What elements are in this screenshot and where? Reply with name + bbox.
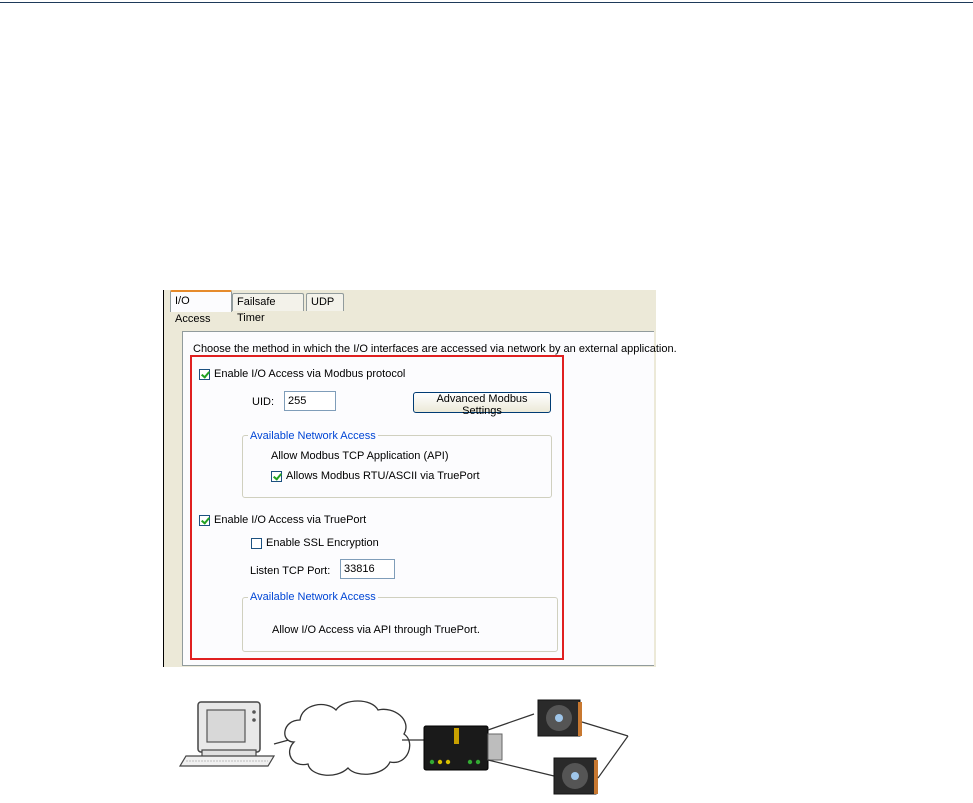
enable-trueport-checkbox[interactable]: Enable I/O Access via TruePort (199, 514, 366, 526)
fan-device-icon (537, 699, 582, 737)
cloud-icon (284, 700, 411, 776)
top-rule (0, 2, 973, 3)
tab-io-access[interactable]: I/O Access (170, 290, 232, 325)
modbus-network-access-group (242, 435, 552, 498)
network-diagram (178, 699, 629, 795)
tab-udp[interactable]: UDP (306, 293, 344, 311)
enable-modbus-checkbox[interactable]: Enable I/O Access via Modbus protocol (199, 368, 405, 380)
listen-port-input[interactable] (340, 559, 395, 579)
tab-strip: I/O Access Failsafe Timer UDP (164, 290, 656, 325)
listen-port-label: Listen TCP Port: (250, 565, 331, 577)
ssl-encryption-checkbox[interactable]: Enable SSL Encryption (251, 537, 379, 549)
ssl-encryption-label: Enable SSL Encryption (266, 537, 379, 549)
modbus-network-access-title: Available Network Access (248, 430, 378, 442)
advanced-modbus-settings-button[interactable]: Advanced Modbus Settings (413, 392, 551, 417)
modbus-api-text: Allow Modbus TCP Application (API) (271, 450, 449, 462)
checkbox-box[interactable] (251, 537, 262, 549)
description-text: Choose the method in which the I/O inter… (193, 343, 677, 355)
trueport-api-text: Allow I/O Access via API through TruePor… (272, 624, 480, 636)
computer-icon (178, 701, 276, 767)
checkbox-box[interactable] (199, 514, 210, 526)
enable-modbus-label: Enable I/O Access via Modbus protocol (214, 368, 406, 380)
checkbox-box[interactable] (271, 470, 282, 482)
trueport-network-access-title: Available Network Access (248, 591, 378, 603)
rtu-ascii-checkbox[interactable]: Allows Modbus RTU/ASCII via TruePort (271, 470, 480, 482)
fan-device-icon (553, 757, 598, 795)
io-device-icon (423, 725, 503, 771)
uid-input[interactable] (284, 391, 336, 411)
uid-label: UID: (252, 396, 274, 408)
enable-trueport-label: Enable I/O Access via TruePort (214, 514, 367, 526)
checkbox-box[interactable] (199, 368, 210, 380)
tab-failsafe-timer[interactable]: Failsafe Timer (232, 293, 304, 324)
rtu-ascii-label: Allows Modbus RTU/ASCII via TruePort (286, 470, 480, 482)
